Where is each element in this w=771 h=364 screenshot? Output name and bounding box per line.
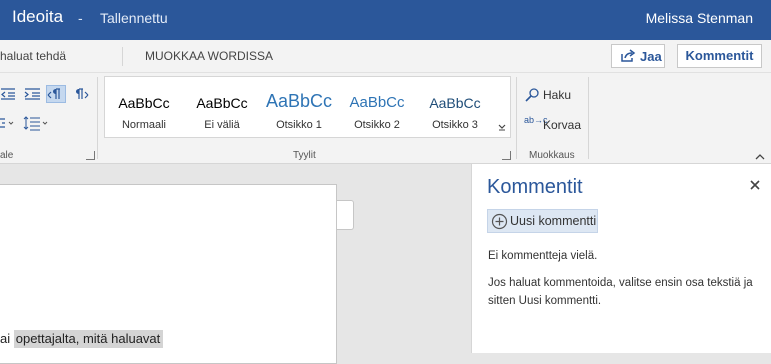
style-preview: AaBbCc	[196, 95, 248, 111]
add-comment-icon	[491, 213, 508, 230]
ribbon-divider	[588, 77, 589, 159]
find-label: Haku	[543, 88, 572, 102]
close-pane-button[interactable]	[748, 178, 762, 192]
tab-bar: haluat tehdä MUOKKAA WORDISSA Jaa Kommen…	[0, 40, 771, 73]
comments-button[interactable]: Kommentit	[677, 44, 762, 68]
paragraph-group-label: ale	[0, 150, 14, 161]
new-comment-label: Uusi kommentti	[510, 214, 597, 228]
multilevel-list-button[interactable]	[0, 114, 14, 132]
replace-label: Korvaa	[543, 118, 582, 132]
comment-hint-text: Jos haluat kommentoida, valitse ensin os…	[488, 277, 753, 307]
paragraph-launcher-icon[interactable]	[86, 151, 95, 160]
rtl-paragraph-icon	[76, 88, 89, 99]
tab-divider	[122, 47, 123, 66]
style-preview: AaBbCc	[349, 94, 405, 111]
ltr-paragraph-icon	[47, 88, 60, 99]
decrease-indent-button[interactable]	[0, 85, 20, 103]
styles-gallery: AaBbCc Normaali AaBbCc Ei väliä AaBbCc O…	[104, 76, 511, 138]
styles-launcher-icon[interactable]	[502, 151, 511, 160]
style-heading-2[interactable]: AaBbCc Otsikko 2	[338, 77, 416, 137]
rtl-paragraph-button[interactable]	[70, 85, 90, 103]
share-icon	[621, 49, 636, 62]
chevron-up-icon	[755, 154, 765, 160]
style-name: Otsikko 1	[276, 119, 322, 131]
style-name: Otsikko 2	[354, 119, 400, 131]
increase-indent-button[interactable]	[22, 85, 42, 103]
user-name[interactable]: Melissa Stenman	[646, 10, 753, 26]
editing-group-label: Muokkaus	[529, 150, 575, 161]
style-preview: AaBbCc	[265, 91, 333, 111]
chevron-down-icon	[498, 124, 506, 131]
share-button[interactable]: Jaa	[611, 44, 665, 68]
text-fragment: ai	[0, 331, 14, 346]
ribbon: ale AaBbCc Normaali AaBbCc Ei väliä AaBb…	[0, 73, 771, 164]
replace-icon: ab→c	[524, 115, 548, 125]
style-name: Normaali	[121, 119, 166, 131]
style-name: Otsikko 3	[432, 119, 478, 131]
style-normal[interactable]: AaBbCc Normaali	[105, 77, 183, 137]
style-heading-3[interactable]: AaBbCc Otsikko 3	[416, 77, 494, 137]
ltr-paragraph-button[interactable]	[46, 85, 66, 103]
document-text-line[interactable]: ai opettajalta, mitä haluavat	[0, 330, 164, 348]
floating-control[interactable]	[337, 200, 354, 230]
style-heading-1[interactable]: AaBbCc Otsikko 1	[260, 77, 338, 137]
no-comments-text: Ei kommentteja vielä.	[488, 250, 598, 262]
share-label: Jaa	[640, 49, 662, 64]
line-spacing-button[interactable]	[22, 114, 50, 132]
comments-pane-title: Kommentit	[487, 176, 583, 198]
collapse-ribbon-button[interactable]	[754, 149, 766, 160]
document-workspace: ai opettajalta, mitä haluavat	[0, 164, 471, 364]
ribbon-divider	[516, 77, 517, 159]
document-page[interactable]: ai opettajalta, mitä haluavat	[0, 184, 337, 364]
decrease-indent-icon	[1, 88, 15, 100]
save-status: Tallennettu	[100, 10, 168, 26]
style-preview: AaBbCc	[429, 95, 481, 111]
styles-group-label: Tyylit	[293, 150, 316, 161]
tell-me-box[interactable]: haluat tehdä	[0, 49, 66, 63]
style-name: Ei väliä	[204, 119, 240, 131]
style-no-spacing[interactable]: AaBbCc Ei väliä	[183, 77, 261, 137]
line-spacing-icon	[23, 116, 48, 131]
selected-text: opettajalta, mitä haluavat	[13, 330, 164, 348]
new-comment-button[interactable]: Uusi kommentti	[487, 209, 598, 233]
title-separator: -	[78, 10, 83, 26]
comments-pane: Kommentit Uusi kommentti Ei kommentteja …	[471, 164, 771, 353]
increase-indent-icon	[24, 88, 40, 100]
title-bar: Ideoita - Tallennettu Melissa Stenman	[0, 0, 771, 40]
multilevel-list-icon	[0, 118, 14, 128]
edit-in-word-link[interactable]: MUOKKAA WORDISSA	[145, 49, 273, 63]
search-icon	[525, 88, 539, 102]
style-preview: AaBbCc	[118, 95, 170, 111]
close-icon	[750, 180, 760, 190]
document-name[interactable]: Ideoita	[12, 7, 63, 27]
styles-more-button[interactable]	[495, 81, 509, 137]
ribbon-divider	[97, 77, 98, 159]
